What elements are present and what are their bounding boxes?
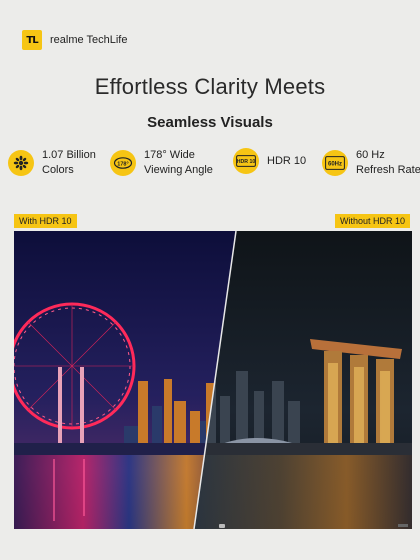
feature-colors: 1.07 Billion Colors (8, 148, 96, 178)
feature-viewing-angle-line2: Viewing Angle (144, 164, 213, 176)
headline-line1: Effortless Clarity Meets (94, 74, 326, 99)
headline-line2: Seamless Visuals (147, 114, 273, 131)
refresh-rate-badge: 60Hz (328, 161, 342, 167)
feature-hdr: HDR 10 HDR 10 (233, 148, 306, 174)
feature-list: 1.07 Billion Colors 178° 178° Wide Viewi… (0, 148, 420, 188)
hdr-comparison-image (14, 231, 412, 529)
viewing-angle-icon: 178° (110, 150, 136, 176)
brand: TL realme TechLife (22, 30, 127, 50)
tv-screen (14, 231, 412, 529)
hdr-badge: HDR 10 (237, 159, 256, 165)
feature-colors-line1: 1.07 Billion (42, 149, 96, 161)
headline: Effortless Clarity Meets Seamless Visual… (0, 74, 420, 131)
viewing-angle-badge: 178° (117, 161, 128, 167)
tv-logo (219, 524, 225, 528)
feature-refresh-rate: 60Hz 60 Hz Refresh Rate (322, 148, 420, 178)
feature-hdr-line1: HDR 10 (267, 154, 307, 167)
with-hdr-label: With HDR 10 (14, 214, 77, 228)
feature-refresh-rate-line1: 60 Hz (356, 149, 385, 161)
feature-viewing-angle-line1: 178° Wide (144, 149, 195, 161)
feature-colors-line2: Colors (42, 164, 74, 176)
feature-refresh-rate-line2: Refresh Rate (356, 164, 420, 176)
brand-name: realme TechLife (50, 34, 128, 46)
refresh-rate-icon: 60Hz (322, 150, 348, 176)
hdr-icon: HDR 10 (233, 148, 259, 174)
without-hdr-label: Without HDR 10 (334, 214, 410, 228)
tv-display (14, 231, 412, 529)
brand-logo: TL (22, 30, 42, 50)
color-palette-icon (8, 150, 34, 176)
feature-viewing-angle: 178° 178° Wide Viewing Angle (110, 148, 213, 178)
tv-brand-mark (398, 524, 408, 527)
